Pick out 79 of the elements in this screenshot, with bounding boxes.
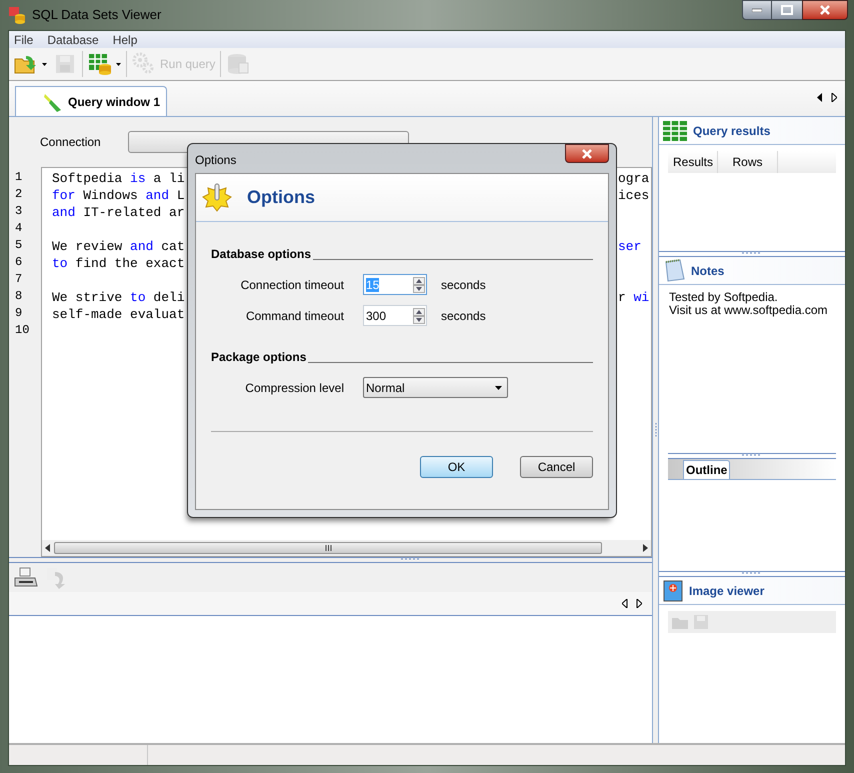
code-line: Softpedia is a li bbox=[52, 171, 185, 186]
maximize-button[interactable] bbox=[772, 0, 802, 20]
menu-item[interactable]: File bbox=[14, 30, 34, 48]
line-number: 10 bbox=[14, 322, 30, 339]
code-line: We review and cat bbox=[52, 239, 185, 254]
right-arrow-icon[interactable] bbox=[636, 599, 642, 608]
line-number: 1 bbox=[14, 169, 24, 186]
code-line: r wi bbox=[618, 289, 650, 306]
dialog-button[interactable]: OK bbox=[420, 456, 493, 478]
connection-label: Connection bbox=[40, 134, 101, 151]
query-tab[interactable]: Query window 1 bbox=[15, 86, 168, 116]
close-button[interactable] bbox=[802, 0, 848, 20]
line-number: 2 bbox=[14, 186, 24, 203]
code-line: We strive to deli bbox=[52, 290, 185, 305]
caret-icon bbox=[116, 62, 121, 66]
code-line: self-made evaluat bbox=[52, 307, 185, 322]
floppy-icon bbox=[53, 52, 77, 76]
close-button[interactable] bbox=[565, 144, 609, 163]
panel-title: Query results bbox=[693, 122, 770, 140]
code-line: to find the exact bbox=[52, 256, 185, 271]
unit-label: seconds bbox=[441, 276, 486, 294]
menu-item[interactable]: Database bbox=[47, 30, 99, 48]
notes-text: Tested by Softpedia. bbox=[669, 291, 779, 304]
outline-tab[interactable]: Outline bbox=[683, 460, 730, 479]
left-arrow-icon[interactable] bbox=[622, 599, 628, 608]
spinner-icon[interactable] bbox=[413, 276, 425, 292]
dialog-title: Options bbox=[195, 152, 236, 169]
number-field[interactable]: 300 bbox=[363, 305, 427, 326]
field-label: Compression level bbox=[244, 380, 344, 396]
code-line: ices bbox=[618, 187, 650, 204]
minimize-button[interactable] bbox=[742, 0, 772, 20]
code-line: ogra bbox=[618, 170, 650, 187]
grip-icon bbox=[324, 545, 332, 551]
scroll-left-icon[interactable] bbox=[45, 544, 50, 552]
field-label: Connection timeout bbox=[240, 276, 344, 294]
close-icon bbox=[819, 5, 831, 15]
code-line: and IT-related ar bbox=[52, 205, 185, 220]
notepad-icon bbox=[663, 258, 685, 282]
panel-title: Notes bbox=[691, 262, 724, 280]
column-header[interactable]: Results bbox=[668, 151, 718, 173]
gears-icon bbox=[132, 52, 156, 76]
gear-icon bbox=[201, 182, 233, 214]
table-database-icon bbox=[88, 52, 112, 76]
caret-icon bbox=[42, 62, 47, 66]
dialog-button[interactable]: Cancel bbox=[520, 456, 593, 478]
scroll-right-icon[interactable] bbox=[643, 544, 648, 552]
dialog-heading: Options bbox=[247, 186, 315, 209]
line-number: 3 bbox=[14, 203, 24, 220]
field-label: Command timeout bbox=[244, 308, 344, 324]
caret-icon bbox=[495, 386, 502, 390]
compression-dropdown[interactable]: Normal bbox=[363, 377, 508, 398]
section-title: Database options bbox=[211, 246, 312, 263]
line-number: 9 bbox=[14, 305, 24, 322]
panel-title: Image viewer bbox=[689, 582, 764, 600]
database-icon bbox=[226, 52, 250, 76]
unit-label: seconds bbox=[441, 308, 486, 324]
minimize-icon bbox=[752, 8, 762, 12]
spinner-icon[interactable] bbox=[413, 308, 425, 324]
menu-item[interactable]: Help bbox=[112, 30, 138, 48]
maximize-icon bbox=[781, 5, 793, 15]
grid-icon bbox=[663, 120, 687, 140]
line-number: 4 bbox=[14, 220, 24, 237]
scrollbar-thumb[interactable] bbox=[54, 542, 602, 554]
left-arrow-icon[interactable] bbox=[817, 93, 823, 102]
line-number: 5 bbox=[14, 237, 24, 254]
printer-icon[interactable] bbox=[13, 566, 39, 590]
picture-frame-icon bbox=[663, 580, 683, 602]
right-arrow-icon[interactable] bbox=[831, 93, 837, 102]
column-header[interactable]: Rows bbox=[718, 151, 778, 173]
code-line: for Windows and L bbox=[52, 188, 185, 203]
code-line: ser bbox=[618, 238, 642, 255]
app-icon bbox=[8, 6, 26, 24]
line-number: 8 bbox=[14, 288, 24, 305]
notes-text: Visit us at www.softpedia.com bbox=[669, 304, 829, 317]
window-title: SQL Data Sets Viewer bbox=[32, 6, 162, 24]
section-title: Package options bbox=[211, 349, 306, 366]
line-number: 7 bbox=[14, 271, 24, 288]
close-icon bbox=[581, 148, 593, 158]
line-number: 6 bbox=[14, 254, 24, 271]
